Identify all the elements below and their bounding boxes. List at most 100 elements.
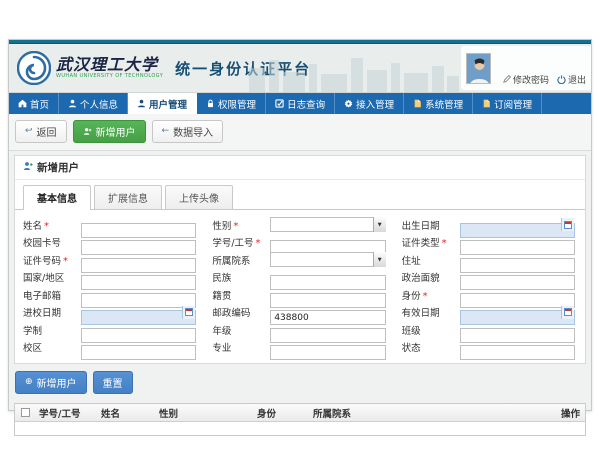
- nav-item-permission[interactable]: 权限管理: [197, 93, 266, 114]
- form-field-row: 民族: [212, 269, 385, 287]
- tab-2[interactable]: 上传头像: [165, 185, 233, 209]
- field-label: 证件类型*: [402, 235, 460, 249]
- nav-item-system[interactable]: 系统管理: [404, 93, 473, 114]
- required-asterisk: *: [423, 291, 428, 302]
- nav-item-label: 日志查询: [287, 97, 325, 111]
- chevron-down-icon[interactable]: ▼: [373, 217, 386, 232]
- field-control: ▼: [270, 252, 385, 267]
- submit-add-user-label: 新增用户: [37, 375, 77, 390]
- field-label: 政治面貌: [402, 270, 460, 284]
- field-control: [460, 235, 575, 250]
- calendar-icon[interactable]: [561, 218, 574, 231]
- field-label: 籍贯: [212, 288, 270, 302]
- gear-icon: [344, 99, 353, 108]
- nav-item-label: 系统管理: [425, 97, 463, 111]
- form-field-row: 住址: [402, 251, 575, 269]
- home-icon: [18, 99, 27, 108]
- required-asterisk: *: [63, 256, 68, 267]
- required-asterisk: *: [256, 238, 261, 249]
- field-control: [81, 252, 196, 267]
- nav-item-home[interactable]: 首页: [9, 93, 59, 114]
- field-label: 出生日期: [402, 218, 460, 232]
- field-label: 性别*: [212, 218, 270, 232]
- university-logo: [17, 51, 51, 85]
- nav-item-user[interactable]: 个人信息: [59, 93, 128, 114]
- field-control: [81, 287, 196, 302]
- nav-item-label: 订阅管理: [494, 97, 532, 111]
- form-field-row: 性别* ▼: [212, 216, 385, 234]
- new-user-panel: 新增用户 基本信息扩展信息上传头像 姓名*校园卡号证件号码*国家/地区电子邮箱进…: [14, 155, 586, 364]
- table-header-5: 所属院系: [309, 406, 557, 420]
- data-import-button[interactable]: ← 数据导入: [152, 120, 224, 143]
- table-header-3: 性别: [155, 406, 253, 420]
- logout-link[interactable]: 退出: [557, 73, 586, 86]
- field-text-input[interactable]: [460, 345, 575, 360]
- field-label: 所属院系: [212, 253, 270, 267]
- toolbar-add-user-button[interactable]: 新增用户: [73, 120, 146, 143]
- calendar-icon[interactable]: [561, 306, 574, 319]
- section-title-bar: 新增用户: [15, 156, 585, 180]
- change-password-link[interactable]: 修改密码: [503, 73, 549, 86]
- form-field-row: 证件号码*: [23, 251, 196, 269]
- field-control: [270, 340, 385, 355]
- form-field-row: 校园卡号: [23, 234, 196, 252]
- header: 武汉理工大学 WUHAN UNIVERSITY OF TECHNOLOGY 统一…: [9, 44, 591, 93]
- nav-item-gear[interactable]: 接入管理: [335, 93, 404, 114]
- import-arrow-icon: ←: [162, 127, 170, 136]
- form-field-row: 班级: [402, 321, 575, 339]
- pencil-icon: [503, 75, 511, 83]
- field-text-input[interactable]: [81, 345, 196, 360]
- building-skyline-decoration: [249, 54, 459, 92]
- plus-circle-icon: ⊕: [25, 378, 33, 387]
- submit-add-user-button[interactable]: ⊕ 新增用户: [15, 371, 87, 394]
- app-window: 武汉理工大学 WUHAN UNIVERSITY OF TECHNOLOGY 统一…: [8, 39, 592, 411]
- field-control: [81, 235, 196, 250]
- form-field-row: 籍贯: [212, 286, 385, 304]
- field-select[interactable]: [270, 217, 385, 232]
- reset-button[interactable]: 重置: [93, 371, 133, 394]
- field-select[interactable]: [270, 252, 385, 267]
- form-field-row: 出生日期: [402, 216, 575, 234]
- nav-item-users[interactable]: 用户管理: [128, 93, 197, 114]
- form-field-row: 邮政编码: [212, 304, 385, 322]
- field-text-input[interactable]: [270, 345, 385, 360]
- field-label: 学号/工号*: [212, 235, 270, 249]
- calendar-icon[interactable]: [182, 306, 195, 319]
- field-label: 邮政编码: [212, 305, 270, 319]
- form-tabs: 基本信息扩展信息上传头像: [15, 180, 585, 210]
- field-control: [270, 305, 385, 320]
- tab-0[interactable]: 基本信息: [23, 185, 91, 210]
- field-label: 住址: [402, 253, 460, 267]
- field-label: 年级: [212, 323, 270, 337]
- chevron-down-icon[interactable]: ▼: [373, 252, 386, 267]
- field-label: 进校日期: [23, 305, 81, 319]
- form-field-row: 所属院系 ▼: [212, 251, 385, 269]
- nav-item-log[interactable]: 日志查询: [266, 93, 335, 114]
- field-control: [460, 340, 575, 355]
- user-icon: [68, 99, 77, 108]
- add-user-section-icon: [23, 161, 33, 174]
- field-label: 校区: [23, 340, 81, 354]
- data-import-label: 数据导入: [173, 124, 213, 139]
- back-button[interactable]: ↩ 返回: [15, 120, 67, 143]
- user-avatar: [466, 53, 491, 84]
- back-arrow-icon: ↩: [25, 127, 33, 136]
- back-button-label: 返回: [37, 124, 57, 139]
- form-field-row: 身份*: [402, 286, 575, 304]
- required-asterisk: *: [233, 221, 238, 232]
- select-all-checkbox[interactable]: [21, 408, 30, 417]
- nav-item-subscribe[interactable]: 订阅管理: [473, 93, 542, 114]
- form-grid: 姓名*校园卡号证件号码*国家/地区电子邮箱进校日期学制校区性别*▼学号/工号*所…: [15, 210, 585, 363]
- field-label: 民族: [212, 270, 270, 284]
- field-control: [81, 270, 196, 285]
- nav-item-label: 用户管理: [149, 97, 187, 111]
- form-field-row: 证件类型*: [402, 234, 575, 252]
- table-header-4: 身份: [253, 406, 309, 420]
- form-field-row: 姓名*: [23, 216, 196, 234]
- field-label: 身份*: [402, 288, 460, 302]
- field-control: [81, 322, 196, 337]
- select-all-cell: [15, 408, 35, 417]
- toolbar-add-user-label: 新增用户: [96, 124, 136, 139]
- form-field-row: 有效日期: [402, 304, 575, 322]
- tab-1[interactable]: 扩展信息: [94, 185, 162, 209]
